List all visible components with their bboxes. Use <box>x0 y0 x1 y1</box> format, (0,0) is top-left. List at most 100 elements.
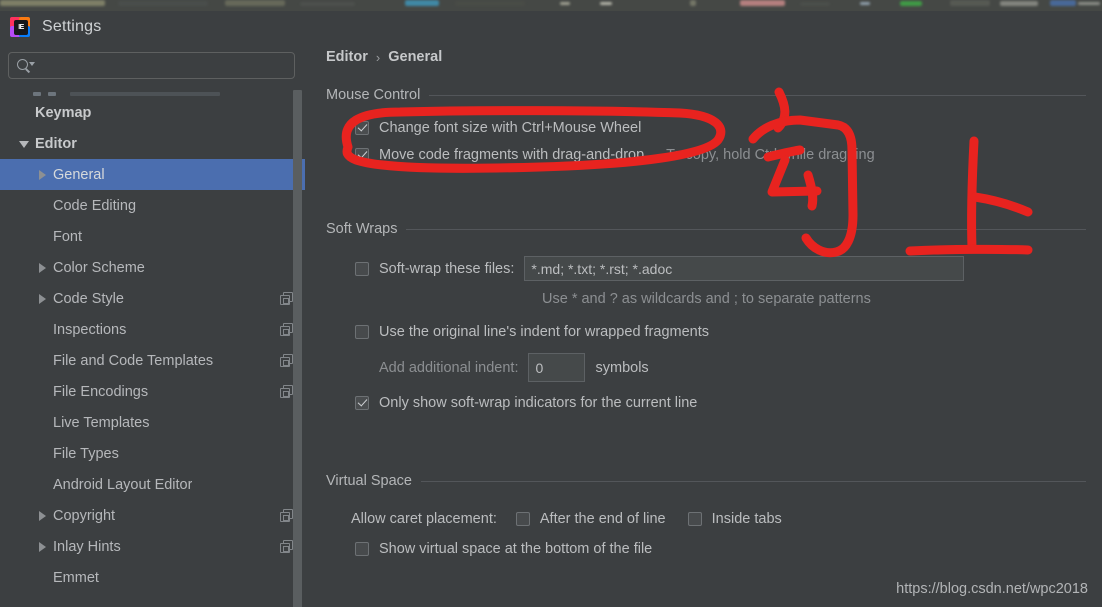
search-box[interactable] <box>8 52 295 79</box>
divider-line <box>420 480 1086 482</box>
chevron-right-icon[interactable] <box>36 168 49 181</box>
sidebar-scrollbar-thumb[interactable] <box>293 90 302 607</box>
sidebar-item-general[interactable]: General <box>0 159 305 190</box>
move-fragments-label: Move code fragments with drag-and-drop <box>379 147 645 163</box>
change-font-size-checkbox[interactable] <box>355 121 369 135</box>
breadcrumb-current: General <box>388 49 443 65</box>
window-title: Settings <box>42 18 102 35</box>
copy-settings-icon[interactable] <box>280 540 293 553</box>
original-indent-row[interactable]: Use the original line's indent for wrapp… <box>355 324 1086 340</box>
intellij-idea-logo-icon: IE <box>10 16 31 38</box>
chevron-right-icon[interactable] <box>36 261 49 274</box>
sidebar-item-live-templates[interactable]: Live Templates <box>0 407 305 438</box>
chevron-right-icon[interactable] <box>36 509 49 522</box>
sidebar-item-file-and-code-templates[interactable]: File and Code Templates <box>0 345 305 376</box>
sidebar-item-code-style[interactable]: Code Style <box>0 283 305 314</box>
settings-tree[interactable]: Keymap Editor General Code Editing Font Color… <box>0 85 305 603</box>
sidebar-item-android-layout-editor[interactable]: Android Layout Editor <box>0 469 305 500</box>
show-virtual-space-row[interactable]: Show virtual space at the bottom of the … <box>355 541 1086 557</box>
move-fragments-row[interactable]: Move code fragments with drag-and-drop T… <box>355 147 1086 163</box>
breadcrumb-parent[interactable]: Editor <box>326 49 368 65</box>
sidebar-item-label: Keymap <box>35 104 92 121</box>
sidebar-item-file-types[interactable]: File Types <box>0 438 305 469</box>
caret-placement-row: Allow caret placement: After the end of … <box>351 511 1086 527</box>
settings-dialog: IE Settings Keymap Editor General Code Edit… <box>0 0 1102 607</box>
soft-wraps-title: Soft Wraps <box>326 221 398 237</box>
tree-item-clipped <box>0 85 305 97</box>
sidebar-item-label: Copyright <box>53 507 116 524</box>
title-bar: IE Settings <box>0 11 1102 43</box>
chevron-right-icon[interactable] <box>36 292 49 305</box>
virtual-space-group: Virtual Space Allow caret placement: Aft… <box>326 473 1086 557</box>
soft-wrap-files-input[interactable]: *.md; *.txt; *.rst; *.adoc <box>524 256 965 281</box>
chevron-right-icon[interactable] <box>36 540 49 553</box>
virtual-space-title: Virtual Space <box>326 473 412 489</box>
sidebar-item-file-encodings[interactable]: File Encodings <box>0 376 305 407</box>
sidebar-item-keymap[interactable]: Keymap <box>0 97 305 128</box>
additional-indent-row[interactable]: Add additional indent: 0 symbols <box>379 353 1086 382</box>
breadcrumb: Editor › General <box>326 49 442 65</box>
sidebar-item-label: Live Templates <box>53 414 150 431</box>
copy-settings-icon[interactable] <box>280 385 293 398</box>
mouse-control-title: Mouse Control <box>326 87 421 103</box>
sidebar-item-color-scheme[interactable]: Color Scheme <box>0 252 305 283</box>
virtual-space-header: Virtual Space <box>326 473 1086 489</box>
search-input[interactable] <box>33 58 294 73</box>
sidebar-item-inspections[interactable]: Inspections <box>0 314 305 345</box>
search-container <box>0 43 305 79</box>
sidebar-item-code-editing[interactable]: Code Editing <box>0 190 305 221</box>
mouse-control-group: Mouse Control Change font size with Ctrl… <box>326 87 1086 163</box>
wildcard-hint-text: Use * and ? as wildcards and ; to separa… <box>542 291 871 307</box>
sidebar-scrollbar[interactable] <box>293 90 302 607</box>
copy-settings-icon[interactable] <box>280 509 293 522</box>
change-font-size-row[interactable]: Change font size with Ctrl+Mouse Wheel <box>355 120 1086 136</box>
sidebar-item-label: File Types <box>53 445 119 462</box>
sidebar-item-label: General <box>53 166 105 183</box>
divider-line <box>406 228 1086 230</box>
settings-content-panel: Editor › General Mouse Control Change fo… <box>305 43 1102 607</box>
sidebar-item-font[interactable]: Font <box>0 221 305 252</box>
background-window-strip <box>0 0 1102 11</box>
wildcard-hint-row: Use * and ? as wildcards and ; to separa… <box>542 291 1086 307</box>
additional-indent-input[interactable]: 0 <box>528 353 586 382</box>
sidebar-item-emmet[interactable]: Emmet <box>0 562 305 593</box>
original-indent-checkbox[interactable] <box>355 325 369 339</box>
show-virtual-space-checkbox[interactable] <box>355 542 369 556</box>
sidebar-item-editor[interactable]: Editor <box>0 128 305 159</box>
chevron-down-icon[interactable] <box>18 137 31 150</box>
sidebar-item-label: Inlay Hints <box>53 538 121 555</box>
after-end-of-line-checkbox[interactable] <box>515 512 530 526</box>
copy-hint-text: To copy, hold Ctrl while dragging <box>666 147 875 163</box>
breadcrumb-separator-icon: › <box>375 49 381 65</box>
inside-tabs-label: Inside tabs <box>711 511 782 527</box>
only-show-indicators-checkbox[interactable] <box>355 396 369 410</box>
sidebar-item-label: File Encodings <box>53 383 149 400</box>
soft-wrap-files-checkbox[interactable] <box>355 261 369 276</box>
soft-wrap-files-row[interactable]: Soft-wrap these files: *.md; *.txt; *.rs… <box>355 256 1086 281</box>
mouse-control-header: Mouse Control <box>326 87 1086 103</box>
search-icon <box>17 58 35 74</box>
sidebar-item-label: Color Scheme <box>53 259 145 276</box>
copy-settings-icon[interactable] <box>280 292 293 305</box>
sidebar-item-label: Android Layout Editor <box>53 476 193 493</box>
inside-tabs-checkbox[interactable] <box>687 512 702 526</box>
additional-indent-suffix: symbols <box>595 359 649 376</box>
move-fragments-checkbox[interactable] <box>355 148 369 162</box>
copy-settings-icon[interactable] <box>280 354 293 367</box>
settings-sidebar: Keymap Editor General Code Editing Font Color… <box>0 43 305 607</box>
change-font-size-label: Change font size with Ctrl+Mouse Wheel <box>379 120 642 136</box>
watermark-text: https://blog.csdn.net/wpc2018 <box>896 581 1088 597</box>
soft-wraps-group: Soft Wraps Soft-wrap these files: *.md; … <box>326 221 1086 411</box>
sidebar-item-label: Font <box>53 228 83 245</box>
only-show-indicators-row[interactable]: Only show soft-wrap indicators for the c… <box>355 395 1086 411</box>
after-end-of-line-label: After the end of line <box>539 511 666 527</box>
copy-settings-icon[interactable] <box>280 323 293 336</box>
sidebar-item-inlay-hints[interactable]: Inlay Hints <box>0 531 305 562</box>
sidebar-item-copyright[interactable]: Copyright <box>0 500 305 531</box>
